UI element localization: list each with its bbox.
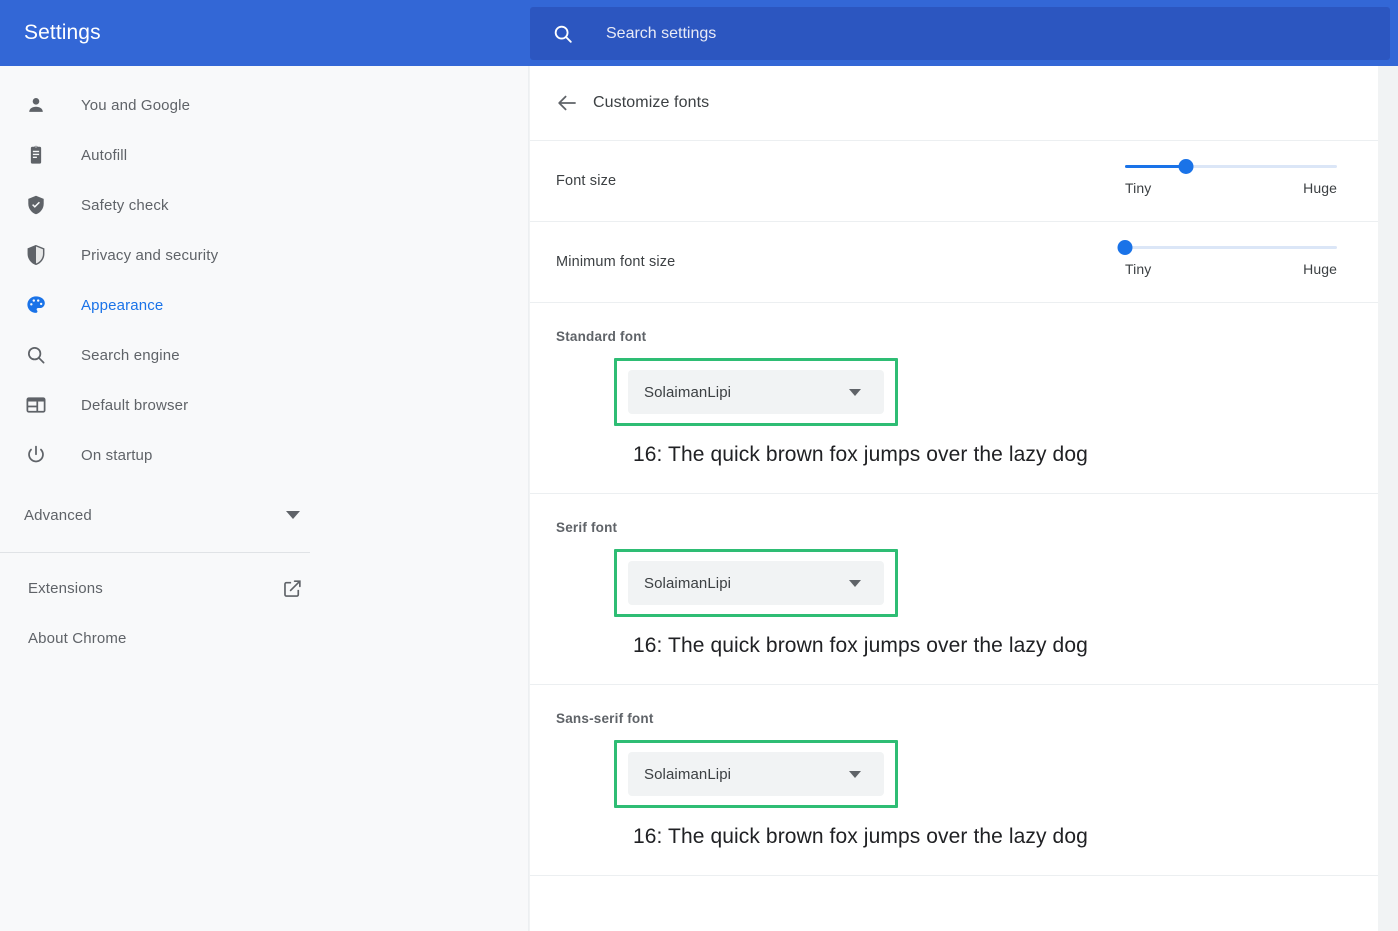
- sidebar-item-label: On startup: [81, 446, 153, 464]
- slider-max-label: Huge: [1303, 180, 1337, 196]
- sidebar-item-label: Search engine: [81, 346, 180, 364]
- standard-font-highlight: SolaimanLipi: [614, 358, 898, 426]
- sans-serif-font-highlight: SolaimanLipi: [614, 740, 898, 808]
- standard-font-value: SolaimanLipi: [644, 383, 732, 401]
- shield-check-icon: [24, 193, 48, 217]
- sans-serif-font-label: Sans-serif font: [556, 711, 654, 726]
- standard-font-label: Standard font: [556, 329, 647, 344]
- top-header-bar: Settings: [0, 0, 1398, 66]
- minimum-font-size-label: Minimum font size: [556, 254, 676, 270]
- serif-font-sample: 16: The quick brown fox jumps over the l…: [633, 634, 1088, 657]
- sidebar-item-label: Appearance: [81, 296, 164, 314]
- sidebar-item-label: About Chrome: [28, 629, 127, 647]
- customize-fonts-panel: Customize fonts Font size Tiny Huge Mini…: [530, 66, 1378, 931]
- sans-serif-font-row: Sans-serif font SolaimanLipi 16: The qui…: [530, 684, 1378, 875]
- sidebar-item-label: Extensions: [28, 579, 103, 597]
- serif-font-label: Serif font: [556, 520, 618, 535]
- standard-font-select[interactable]: SolaimanLipi: [628, 370, 884, 414]
- slider-track[interactable]: [1125, 159, 1337, 174]
- slider-fill: [1125, 165, 1187, 168]
- minimum-font-size-slider[interactable]: Tiny Huge: [1117, 236, 1337, 277]
- sidebar-item-default-browser[interactable]: Default browser: [0, 380, 528, 430]
- sidebar-item-label: You and Google: [81, 96, 191, 114]
- slider-range-labels: Tiny Huge: [1125, 261, 1337, 277]
- search-input[interactable]: [606, 18, 1374, 49]
- clipboard-icon: [24, 143, 48, 167]
- slider-min-label: Tiny: [1125, 261, 1152, 277]
- browser-window-icon: [24, 393, 48, 417]
- serif-font-row: Serif font SolaimanLipi 16: The quick br…: [530, 493, 1378, 684]
- section-divider: [530, 875, 1378, 876]
- chevron-down-icon: [849, 389, 861, 396]
- chevron-down-icon: [286, 511, 300, 519]
- serif-font-select[interactable]: SolaimanLipi: [628, 561, 884, 605]
- sans-serif-font-select[interactable]: SolaimanLipi: [628, 752, 884, 796]
- sidebar-item-appearance[interactable]: Appearance: [0, 280, 528, 330]
- settings-window: Settings You and Google: [0, 0, 1398, 931]
- font-size-row: Font size Tiny Huge: [530, 140, 1378, 221]
- minimum-font-size-row: Minimum font size Tiny Huge: [530, 221, 1378, 302]
- sidebar-item-safety-check[interactable]: Safety check: [0, 180, 528, 230]
- shield-icon: [24, 243, 48, 267]
- app-title: Settings: [24, 21, 101, 44]
- sans-serif-font-value: SolaimanLipi: [644, 765, 732, 783]
- font-size-slider[interactable]: Tiny Huge: [1125, 155, 1337, 196]
- standard-font-row: Standard font SolaimanLipi 16: The quick…: [530, 302, 1378, 493]
- standard-font-sample: 16: The quick brown fox jumps over the l…: [633, 443, 1088, 466]
- sidebar-advanced-label: Advanced: [24, 506, 92, 524]
- page-title: Customize fonts: [593, 94, 710, 111]
- sidebar-item-label: Autofill: [81, 146, 128, 164]
- sidebar-item-about-chrome[interactable]: About Chrome: [0, 613, 528, 663]
- sidebar-item-on-startup[interactable]: On startup: [0, 430, 528, 480]
- sidebar-item-label: Default browser: [81, 396, 189, 414]
- slider-thumb[interactable]: [1178, 159, 1194, 174]
- sidebar-divider: [0, 552, 310, 553]
- slider-thumb[interactable]: [1117, 240, 1133, 255]
- sidebar-item-search-engine[interactable]: Search engine: [0, 330, 528, 380]
- page-header: Customize fonts: [530, 66, 1378, 140]
- sidebar-nav: You and Google Autofill Safety check Pri…: [0, 66, 529, 931]
- sidebar-item-extensions[interactable]: Extensions: [0, 563, 528, 613]
- sidebar-item-privacy-and-security[interactable]: Privacy and security: [0, 230, 528, 280]
- person-icon: [24, 93, 48, 117]
- slider-track[interactable]: [1117, 240, 1337, 255]
- sidebar-advanced-toggle[interactable]: Advanced: [0, 490, 528, 540]
- slider-max-label: Huge: [1303, 261, 1337, 277]
- serif-font-highlight: SolaimanLipi: [614, 549, 898, 617]
- chevron-down-icon: [849, 771, 861, 778]
- search-icon: [24, 343, 48, 367]
- slider-min-label: Tiny: [1125, 180, 1152, 196]
- search-settings-box[interactable]: [530, 7, 1390, 60]
- slider-range-labels: Tiny Huge: [1125, 180, 1337, 196]
- font-size-label: Font size: [556, 173, 617, 189]
- power-icon: [24, 443, 48, 467]
- open-in-new-icon: [282, 578, 303, 599]
- sidebar-item-autofill[interactable]: Autofill: [0, 130, 528, 180]
- serif-font-value: SolaimanLipi: [644, 574, 732, 592]
- sidebar-item-label: Privacy and security: [81, 246, 219, 264]
- sans-serif-font-sample: 16: The quick brown fox jumps over the l…: [633, 825, 1088, 848]
- sidebar-item-label: Safety check: [81, 196, 169, 214]
- sidebar-item-you-and-google[interactable]: You and Google: [0, 80, 528, 130]
- palette-icon: [24, 293, 48, 317]
- search-icon: [552, 23, 574, 45]
- chevron-down-icon: [849, 580, 861, 587]
- arrow-left-icon[interactable]: [555, 91, 579, 115]
